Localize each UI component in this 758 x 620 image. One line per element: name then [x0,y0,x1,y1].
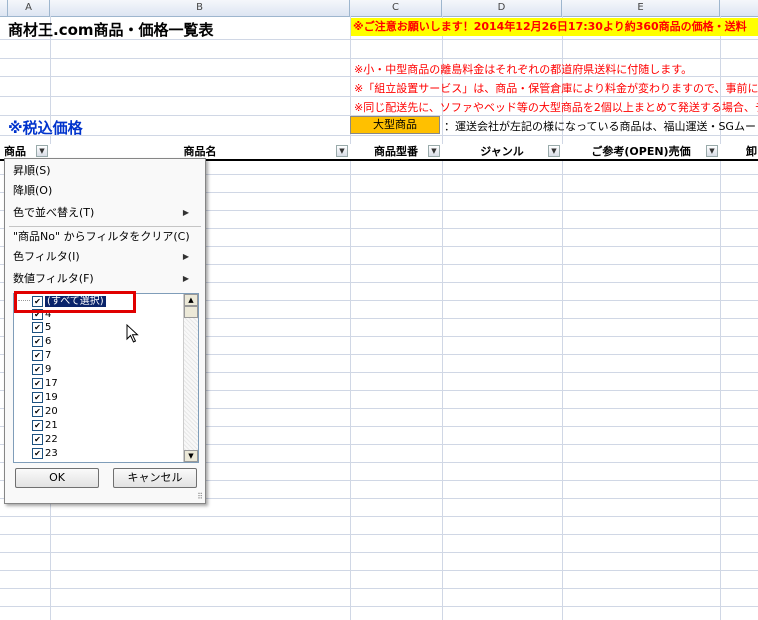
header-genre: ジャンル [480,145,524,158]
list-item[interactable]: ✔ 17 [32,377,58,390]
large-item-badge: 大型商品 [350,116,440,134]
cancel-button[interactable]: キャンセル [113,468,197,488]
checkmark-icon: ✔ [32,391,43,403]
filter-value-list[interactable]: ✔ (すべて選択) ✔ 4 ✔ 5 ✔ 6 ✔ 7 ✔ 9 ✔ 17 ✔ 19 ✔ 20 ✔ 21 … [13,293,199,463]
note-large-items: ※同じ配送先に、ソファやベッド等の大型商品を2個以上まとめて発送する場合、チャ [354,101,758,114]
select-all-corner[interactable] [0,0,8,16]
list-item[interactable]: ✔ 23 [32,447,58,460]
highlight-annotation-box [14,291,136,313]
column-header-b[interactable]: B [50,0,350,16]
large-item-description: ：運送会社が左記の様になっている商品は、福山運送・SGムービ [444,120,758,133]
list-item[interactable]: ✔ 20 [32,405,58,418]
checkmark-icon: ✔ [32,405,43,417]
ok-button[interactable]: OK [15,468,99,488]
list-item[interactable]: ✔ 9 [32,363,51,376]
list-item[interactable]: ✔ 21 [32,419,58,432]
column-header-a[interactable]: A [8,0,50,16]
submenu-arrow-icon: ▶ [182,252,189,261]
menu-color-filter-label: 色フィルタ(I) [13,250,80,263]
filter-dropdown-model-number[interactable]: ▼ [428,145,440,157]
checkmark-icon: ✔ [32,321,43,333]
submenu-arrow-icon: ▶ [182,274,189,283]
menu-sort-by-color[interactable]: 色で並べ替え(T) ▶ [13,204,197,222]
autofilter-menu: 昇順(S) 降順(O) 色で並べ替え(T) ▶ "商品No" からフィルタをクリ… [4,158,206,504]
checkmark-icon: ✔ [32,363,43,375]
mouse-cursor-icon [126,324,139,343]
header-product-name: 商品名 [183,145,217,158]
menu-number-filter-label: 数値フィルタ(F) [13,272,94,285]
submenu-arrow-icon: ▶ [182,208,189,217]
filter-dropdown-product-name[interactable]: ▼ [336,145,348,157]
column-header-c[interactable]: C [350,0,442,16]
menu-sort-by-color-label: 色で並べ替え(T) [13,206,95,219]
notice-banner: ※ご注意お願いします！2014年12月26日17:30より約360商品の価格・送… [351,18,758,36]
filter-dropdown-product-no[interactable]: ▼ [36,145,48,157]
resize-grip-icon[interactable]: ⠿ [197,492,203,501]
menu-number-filter[interactable]: 数値フィルタ(F) ▶ [13,270,197,288]
note-assembly-service: ※「組立設置サービス」は、商品・保管倉庫により料金が変わりますので、事前にお見 [354,82,758,95]
checkmark-icon: ✔ [32,419,43,431]
scroll-up-icon[interactable]: ▲ [184,294,198,306]
menu-sort-ascending[interactable]: 昇順(S) [13,162,51,180]
checkmark-icon: ✔ [32,349,43,361]
column-header-bar: A B C D E [0,0,758,17]
scroll-thumb[interactable] [184,306,198,318]
list-item[interactable]: ✔ 5 [32,321,51,334]
list-item[interactable]: ✔ 22 [32,433,58,446]
list-item[interactable]: ✔ 7 [32,349,51,362]
note-remote-island: ※小・中型商品の離島料金はそれぞれの都道府県送料に付随します。 [354,63,693,76]
list-item[interactable]: ✔ 19 [32,391,58,404]
checkmark-icon: ✔ [32,433,43,445]
filter-dropdown-genre[interactable]: ▼ [548,145,560,157]
column-header-e[interactable]: E [562,0,720,16]
menu-clear-filter[interactable]: "商品No" からフィルタをクリア(C) [13,228,190,246]
list-item[interactable]: ✔ 6 [32,335,51,348]
menu-sort-descending[interactable]: 降順(O) [13,182,52,200]
tax-included-label: ※税込価格 [8,119,83,137]
checkmark-icon: ✔ [32,447,43,459]
sheet-title: 商材王.com商品・価格一覧表 [8,21,214,39]
checkmark-icon: ✔ [32,377,43,389]
header-wholesale: 卸 [746,145,757,158]
filter-dropdown-reference-price[interactable]: ▼ [706,145,718,157]
column-header-f[interactable] [720,0,758,16]
checkmark-icon: ✔ [32,335,43,347]
scroll-down-icon[interactable]: ▼ [184,450,198,462]
header-product-no: 商品No [4,145,26,173]
menu-separator [9,226,201,227]
menu-color-filter[interactable]: 色フィルタ(I) ▶ [13,248,197,266]
header-reference-price: ご参考(OPEN)売価 [591,145,691,158]
column-header-d[interactable]: D [442,0,562,16]
list-scrollbar[interactable]: ▲ ▼ [183,294,198,462]
